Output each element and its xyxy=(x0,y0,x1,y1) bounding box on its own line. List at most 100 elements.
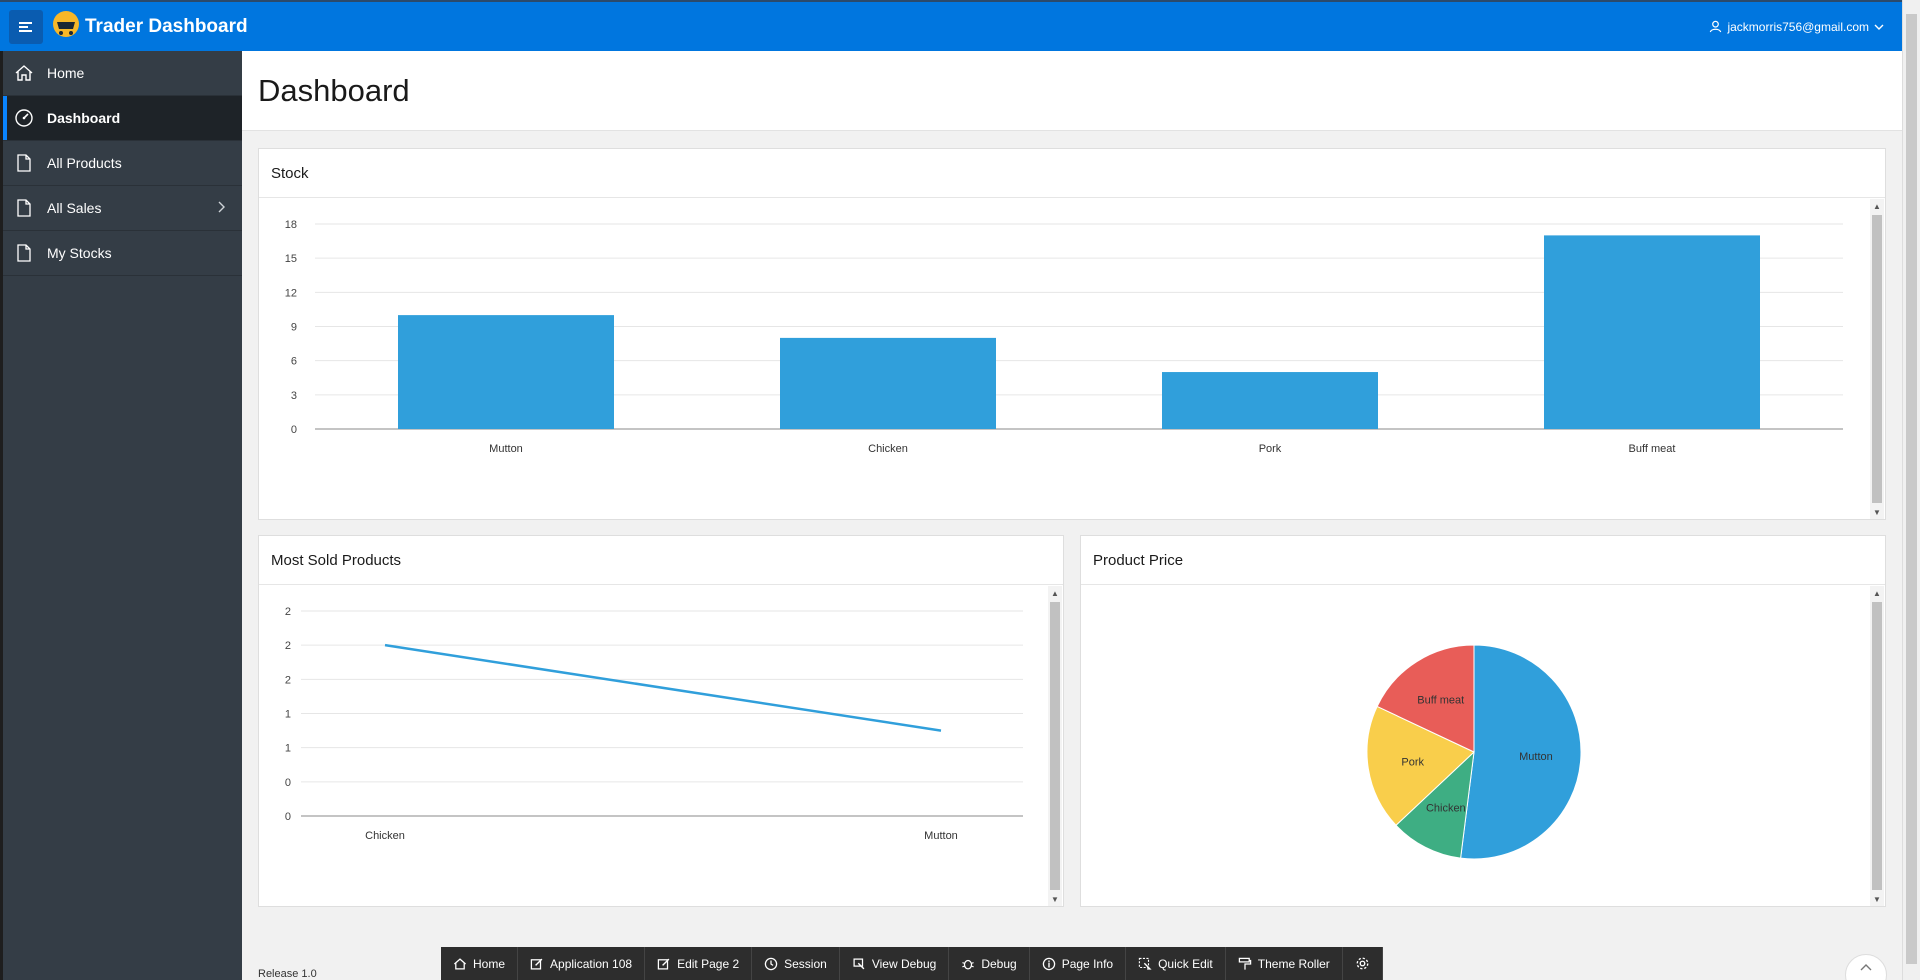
app-logo[interactable] xyxy=(49,10,83,44)
sidebar-nav: Home Dashboard All Products All Sales My… xyxy=(0,51,242,980)
y-tick-label: 18 xyxy=(285,219,297,231)
region-title: Product Price xyxy=(1081,536,1885,585)
sidebar-item-my-stocks[interactable]: My Stocks xyxy=(3,231,242,276)
y-tick-label: 2 xyxy=(285,640,291,652)
dev-item-label: Home xyxy=(473,956,506,971)
chevron-up-icon xyxy=(1860,964,1872,971)
view-debug-icon xyxy=(853,957,865,969)
x-tick-label: Chicken xyxy=(868,443,908,455)
stock-region: Stock 0 3 6 9 12 15 18 Mutton Chicken Pork Buff me… xyxy=(258,148,1886,520)
dev-home-button[interactable]: Home xyxy=(441,947,519,980)
dev-page-info-button[interactable]: Page Info xyxy=(1030,947,1127,980)
page-title: Dashboard xyxy=(258,72,410,108)
dev-item-label: Page Info xyxy=(1061,956,1114,971)
page-title-bar: Dashboard xyxy=(242,51,1902,131)
scroll-up-icon[interactable]: ▲ xyxy=(1870,586,1884,600)
slice-label: Chicken xyxy=(1426,802,1466,814)
region-scrollbar[interactable]: ▲ ▼ xyxy=(1870,199,1884,519)
sidebar-item-label: All Sales xyxy=(47,200,102,216)
product-price-pie-chart: Mutton Chicken Pork Buff meat xyxy=(1366,644,1582,860)
slice-label: Mutton xyxy=(1519,751,1553,763)
clock-icon xyxy=(764,957,778,970)
sidebar-item-all-products[interactable]: All Products xyxy=(3,141,242,186)
y-tick-label: 9 xyxy=(291,322,297,334)
user-icon xyxy=(1710,20,1722,33)
region-title: Most Sold Products xyxy=(259,536,1063,585)
document-icon xyxy=(13,242,35,264)
y-tick-label: 1 xyxy=(285,709,291,721)
chevron-right-icon[interactable] xyxy=(216,200,226,214)
y-tick-label: 12 xyxy=(285,287,297,299)
scroll-down-icon[interactable]: ▼ xyxy=(1870,892,1884,906)
scroll-up-icon[interactable]: ▲ xyxy=(1048,586,1062,600)
y-tick-label: 2 xyxy=(285,674,291,686)
document-icon xyxy=(13,197,35,219)
slice-label: Pork xyxy=(1401,757,1424,769)
sidebar-item-home[interactable]: Home xyxy=(3,51,242,96)
home-icon xyxy=(453,957,467,970)
most-sold-line-chart: 0 0 1 1 2 2 2 Chicken Mutton xyxy=(285,606,1023,842)
page-scrollbar[interactable] xyxy=(1902,0,1920,980)
dev-edit-page-button[interactable]: Edit Page 2 xyxy=(645,947,753,980)
app-header: Trader Dashboard jackmorris756@gmail.com xyxy=(0,0,1920,51)
y-tick-label: 6 xyxy=(291,356,297,368)
region-scrollbar[interactable]: ▲ ▼ xyxy=(1870,586,1884,906)
dev-session-button[interactable]: Session xyxy=(752,947,840,980)
user-menu[interactable]: jackmorris756@gmail.com xyxy=(1709,2,1884,51)
y-tick-label: 1 xyxy=(285,743,291,755)
dev-application-button[interactable]: Application 108 xyxy=(518,947,646,980)
developer-toolbar: Home Application 108 Edit Page 2 Session… xyxy=(441,947,1383,980)
paint-roller-icon xyxy=(1238,957,1251,970)
sidebar-item-label: Dashboard xyxy=(47,110,121,126)
x-tick-label: Mutton xyxy=(924,830,958,842)
scroll-down-icon[interactable]: ▼ xyxy=(1870,505,1884,519)
x-tick-label: Pork xyxy=(1259,443,1282,455)
gear-icon xyxy=(1356,957,1369,970)
menu-toggle-button[interactable] xyxy=(9,9,43,44)
dev-item-label: View Debug xyxy=(871,956,937,971)
y-tick-label: 15 xyxy=(285,253,297,265)
sidebar-item-dashboard[interactable]: Dashboard xyxy=(3,96,242,141)
chevron-down-icon xyxy=(1874,24,1884,30)
y-tick-label: 0 xyxy=(285,777,291,789)
y-tick-label: 0 xyxy=(285,811,291,823)
dev-settings-button[interactable] xyxy=(1343,947,1383,980)
hamburger-icon xyxy=(19,21,32,32)
dev-item-label: Application 108 xyxy=(550,956,633,971)
edit-icon xyxy=(657,958,670,970)
y-tick-label: 0 xyxy=(291,424,297,436)
scroll-down-icon[interactable]: ▼ xyxy=(1048,892,1062,906)
info-icon xyxy=(1042,957,1055,970)
main-content: Dashboard Stock 0 3 6 9 12 15 18 Mutton Chicken P… xyxy=(242,51,1902,980)
dev-quick-edit-button[interactable]: Quick Edit xyxy=(1126,947,1226,980)
scroll-up-icon[interactable]: ▲ xyxy=(1870,199,1884,213)
sidebar-item-label: All Products xyxy=(47,155,122,171)
region-title: Stock xyxy=(259,149,1885,198)
home-icon xyxy=(13,62,35,84)
dev-item-label: Quick Edit xyxy=(1158,956,1213,971)
y-tick-label: 3 xyxy=(291,390,297,402)
region-scrollbar[interactable]: ▲ ▼ xyxy=(1048,586,1062,906)
bar xyxy=(1544,235,1760,429)
series-line xyxy=(384,643,942,732)
dev-item-label: Edit Page 2 xyxy=(677,956,740,971)
bar xyxy=(780,337,996,429)
bar xyxy=(1162,372,1378,429)
stock-bar-chart: 0 3 6 9 12 15 18 Mutton Chicken Pork Buff meat xyxy=(285,219,1843,455)
x-tick-label: Mutton xyxy=(489,443,523,455)
dev-item-label: Session xyxy=(784,956,827,971)
x-tick-label: Chicken xyxy=(365,830,405,842)
sidebar-item-label: My Stocks xyxy=(47,245,112,261)
dev-debug-button[interactable]: Debug xyxy=(949,947,1030,980)
edit-icon xyxy=(530,958,543,970)
app-title[interactable]: Trader Dashboard xyxy=(85,16,248,38)
dev-theme-roller-button[interactable]: Theme Roller xyxy=(1226,947,1343,980)
product-price-region: Product Price Mutton Chicken Pork Buff meat… xyxy=(1080,535,1886,907)
user-email: jackmorris756@gmail.com xyxy=(1727,19,1869,34)
sidebar-item-all-sales[interactable]: All Sales xyxy=(3,186,242,231)
most-sold-region: Most Sold Products 0 0 1 1 2 2 2 Chicken Mutton … xyxy=(258,535,1064,907)
dashboard-icon xyxy=(13,107,35,129)
dev-view-debug-button[interactable]: View Debug xyxy=(840,947,950,980)
y-tick-label: 2 xyxy=(285,606,291,618)
dev-item-label: Debug xyxy=(981,956,1017,971)
